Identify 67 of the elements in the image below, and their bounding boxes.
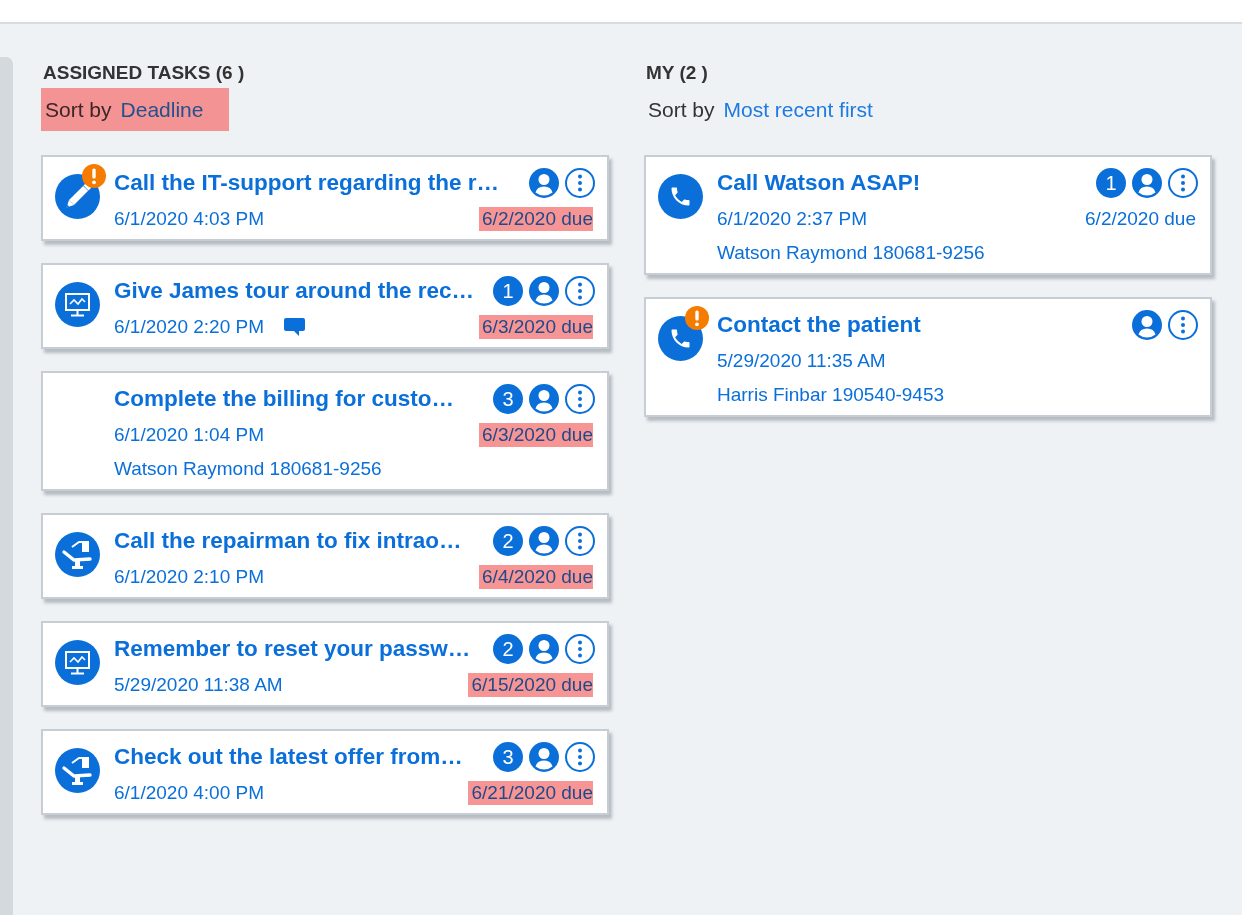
count-badge: 2 <box>493 526 523 556</box>
dental-chair-icon <box>55 748 100 793</box>
more-options-icon[interactable] <box>1168 168 1198 198</box>
more-options-icon[interactable] <box>565 384 595 414</box>
task-card[interactable]: Contact the patient 5/29/2020 11:35 AM Harris Finbar 190540-9453 <box>644 297 1212 417</box>
task-title: Give James tour around the rec… <box>114 278 476 304</box>
more-options-icon[interactable] <box>565 276 595 306</box>
task-card[interactable]: Call Watson ASAP! 1 6/1/2020 2:37 PM 6/2/2020 due Watson Raymond 180681-9256 <box>644 155 1212 275</box>
created-date: 6/1/2020 1:04 PM <box>114 424 264 446</box>
created-date: 6/1/2020 2:37 PM <box>717 208 867 230</box>
count-badge: 3 <box>493 742 523 772</box>
more-options-icon[interactable] <box>1168 310 1198 340</box>
task-card[interactable]: Remember to reset your passw… 2 5/29/2020 11:38 AM 6/15/2020 due <box>41 621 609 707</box>
due-date: 6/3/2020 due <box>479 423 593 447</box>
due-date: 6/4/2020 due <box>479 565 593 589</box>
patient-info: Harris Finbar 190540-9453 <box>717 383 946 407</box>
person-icon[interactable] <box>529 276 559 306</box>
sort-option-link[interactable]: Most recent first <box>723 97 873 122</box>
task-card[interactable]: Call the repairman to fix intrao… 2 6/1/2020 2:10 PM 6/4/2020 due <box>41 513 609 599</box>
task-title: Complete the billing for custo… <box>114 386 455 412</box>
count-badge: 1 <box>493 276 523 306</box>
person-icon[interactable] <box>1132 310 1162 340</box>
person-icon[interactable] <box>529 168 559 198</box>
created-date: 6/1/2020 4:00 PM <box>114 782 264 804</box>
due-date: 6/3/2020 due <box>479 315 593 339</box>
created-date: 5/29/2020 11:35 AM <box>717 350 886 372</box>
task-title: Call the repairman to fix intrao… <box>114 528 463 554</box>
person-icon[interactable] <box>529 526 559 556</box>
created-date: 5/29/2020 11:38 AM <box>114 674 283 696</box>
column-heading: MY (2 ) <box>645 61 708 85</box>
sort-label: Sort by <box>45 97 112 122</box>
task-card[interactable]: Check out the latest offer from… 3 6/1/2020 4:00 PM 6/21/2020 due <box>41 729 609 815</box>
task-title: Call Watson ASAP! <box>717 170 922 196</box>
person-icon[interactable] <box>529 634 559 664</box>
person-icon[interactable] <box>529 384 559 414</box>
task-title: Remember to reset your passw… <box>114 636 472 662</box>
patient-info: Watson Raymond 180681-9256 <box>717 241 986 265</box>
patient-info: Watson Raymond 180681-9256 <box>114 457 383 481</box>
count-badge: 2 <box>493 634 523 664</box>
due-date: 6/2/2020 due <box>1085 207 1196 231</box>
monitor-icon <box>55 640 100 685</box>
count-badge: 3 <box>493 384 523 414</box>
task-title: Call the IT-support regarding the r… <box>114 170 501 196</box>
sort-label: Sort by <box>648 97 715 122</box>
task-card[interactable]: Give James tour around the rec… 1 6/1/2020 2:20 PM 6/3/2020 due <box>41 263 609 349</box>
phone-icon <box>658 174 703 219</box>
dental-chair-icon <box>55 532 100 577</box>
created-date: 6/1/2020 4:03 PM <box>114 208 264 230</box>
more-options-icon[interactable] <box>565 168 595 198</box>
task-title: Check out the latest offer from… <box>114 744 464 770</box>
person-icon[interactable] <box>529 742 559 772</box>
more-options-icon[interactable] <box>565 742 595 772</box>
person-icon[interactable] <box>1132 168 1162 198</box>
created-date: 6/1/2020 2:20 PM <box>114 316 264 338</box>
due-date: 6/21/2020 due <box>468 781 593 805</box>
task-title: Contact the patient <box>717 312 922 338</box>
task-card[interactable]: Complete the billing for custo… 3 6/1/2020 1:04 PM 6/3/2020 due Watson Raymond 180681-9256 <box>41 371 609 491</box>
more-options-icon[interactable] <box>565 526 595 556</box>
due-date: 6/2/2020 due <box>479 207 593 231</box>
created-date: 6/1/2020 2:10 PM <box>114 566 264 588</box>
task-card[interactable]: Call the IT-support regarding the r… 6/1/2020 4:03 PM 6/2/2020 due <box>41 155 609 241</box>
count-badge: 1 <box>1096 168 1126 198</box>
more-options-icon[interactable] <box>565 634 595 664</box>
column-heading: ASSIGNED TASKS (6 ) <box>42 61 245 85</box>
due-date: 6/15/2020 due <box>468 673 593 697</box>
sort-option-link[interactable]: Deadline <box>120 97 204 122</box>
monitor-icon <box>55 282 100 327</box>
